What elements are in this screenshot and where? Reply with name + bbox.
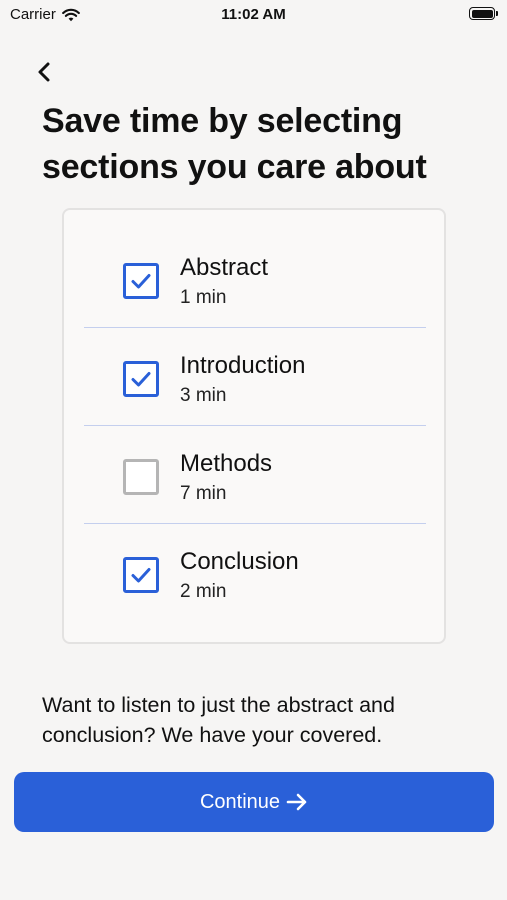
section-row-abstract[interactable]: Abstract 1 min xyxy=(84,230,426,328)
section-row-methods[interactable]: Methods 7 min xyxy=(84,426,426,524)
section-row-introduction[interactable]: Introduction 3 min xyxy=(84,328,426,426)
checkbox-methods[interactable] xyxy=(123,459,159,495)
checkmark-icon xyxy=(131,274,151,289)
section-name: Introduction xyxy=(180,352,306,379)
checkbox-introduction[interactable] xyxy=(123,361,159,397)
battery-icon xyxy=(469,7,498,20)
page-title: Save time by selecting sections you care… xyxy=(42,102,427,186)
checkmark-icon xyxy=(131,372,151,387)
status-bar: Carrier 11:02 AM xyxy=(0,0,507,30)
chevron-left-icon xyxy=(34,58,56,86)
section-row-conclusion[interactable]: Conclusion 2 min xyxy=(84,524,426,622)
section-duration: 7 min xyxy=(180,483,227,504)
section-duration: 3 min xyxy=(180,385,227,406)
section-name: Conclusion xyxy=(180,548,299,575)
arrow-right-icon xyxy=(286,792,308,812)
section-duration: 2 min xyxy=(180,581,227,602)
checkbox-abstract[interactable] xyxy=(123,263,159,299)
continue-label: Continue xyxy=(199,790,281,813)
battery-level xyxy=(471,9,493,18)
back-button[interactable] xyxy=(34,58,56,86)
section-name: Methods xyxy=(180,450,273,477)
clock: 11:02 AM xyxy=(221,6,286,23)
promo-text: Want to listen to just the abstract and … xyxy=(42,693,395,747)
section-duration: 1 min xyxy=(180,287,227,308)
section-name: Abstract xyxy=(180,254,269,281)
checkbox-conclusion[interactable] xyxy=(123,557,159,593)
sections-card: Abstract 1 min Introduction 3 min Method… xyxy=(62,208,446,644)
checkmark-icon xyxy=(131,568,151,583)
continue-button[interactable]: Continue xyxy=(14,772,494,832)
